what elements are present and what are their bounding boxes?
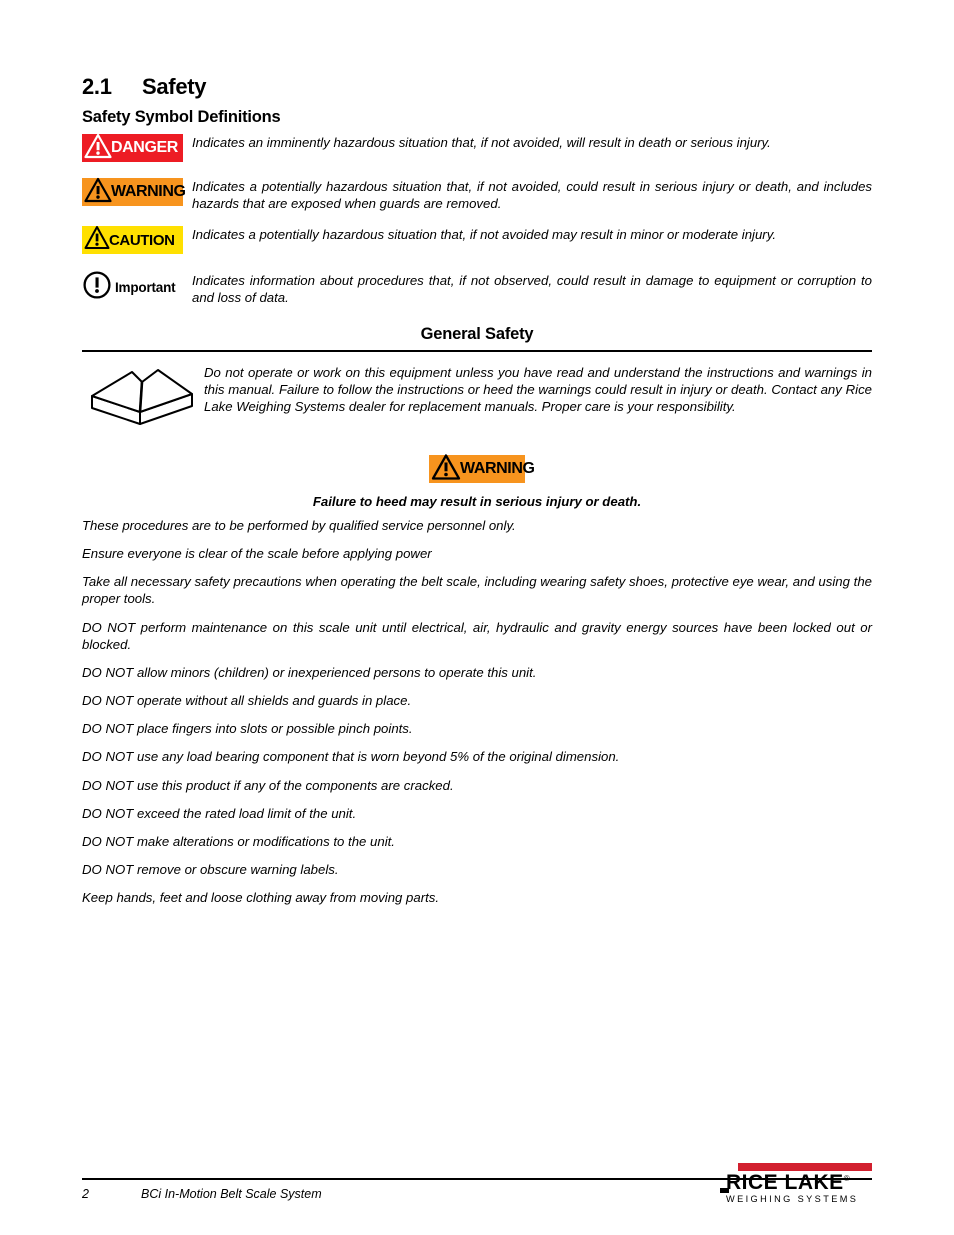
section-number: 2.1 [82, 74, 112, 99]
center-warning-badge: WARNING [0, 453, 954, 486]
list-item: DO NOT remove or obscure warning labels. [82, 862, 339, 878]
logo-wordmark: RICE LAKE® [720, 1172, 872, 1193]
rice-lake-logo: RICE LAKE® WEIGHING SYSTEMS [720, 1163, 872, 1204]
general-safety-intro: Do not operate or work on this equipment… [204, 365, 872, 415]
list-item: DO NOT make alterations or modifications… [82, 833, 395, 849]
list-item: DO NOT exceed the rated load limit of th… [82, 805, 357, 821]
general-safety-title: General Safety [420, 325, 534, 343]
caution-description: Indicates a potentially hazardous situat… [192, 227, 776, 242]
warning-label: WARNING [111, 183, 186, 200]
warning-triangle-icon [84, 225, 110, 255]
danger-description: Indicates an imminently hazardous situat… [192, 135, 771, 150]
important-description: Indicates information about procedures t… [192, 273, 872, 306]
warning-badge: WARNING [82, 177, 186, 208]
center-warning-label: WARNING [460, 460, 535, 477]
list-item: Take all necessary safety precautions wh… [82, 574, 872, 607]
list-item: DO NOT place fingers into slots or possi… [82, 721, 413, 737]
registered-trademark-icon: ® [843, 1174, 851, 1183]
danger-badge: DANGER [82, 133, 183, 164]
warning-triangle-icon [84, 133, 112, 164]
important-badge: Important [82, 270, 183, 305]
center-warning-caption: Failure to heed may result in serious in… [312, 494, 642, 509]
caution-badge: CAUTION [82, 226, 183, 254]
safety-rules-list: These procedures are to be performed by … [82, 517, 872, 917]
list-item: Ensure everyone is clear of the scale be… [82, 546, 432, 562]
subsection-title: Safety Symbol Definitions [82, 108, 281, 126]
section-title: Safety [142, 74, 207, 99]
list-item: DO NOT use any load bearing component th… [82, 749, 620, 765]
document-page: 2.1 Safety Safety Symbol Definitions DANG… [0, 0, 954, 1235]
warning-triangle-icon [431, 453, 461, 486]
page-number: 2 [82, 1187, 89, 1201]
footer-document-title: BCi In-Motion Belt Scale System [141, 1187, 322, 1201]
list-item: DO NOT allow minors (children) or inexpe… [82, 664, 537, 680]
open-book-icon [86, 362, 198, 428]
logo-red-bar [738, 1163, 872, 1171]
logo-tagline: WEIGHING SYSTEMS [726, 1194, 859, 1204]
danger-label: DANGER [111, 139, 178, 156]
list-item: DO NOT operate without all shields and g… [82, 693, 412, 709]
list-item: Keep hands, feet and loose clothing away… [82, 890, 440, 906]
logo-dash-icon [720, 1188, 729, 1193]
warning-description: Indicates a potentially hazardous situat… [192, 179, 872, 212]
list-item: DO NOT perform maintenance on this scale… [82, 619, 872, 652]
list-item: These procedures are to be performed by … [82, 518, 516, 533]
list-item: DO NOT use this product if any of the co… [82, 777, 454, 793]
caution-label: CAUTION [109, 231, 175, 249]
exclamation-circle-icon [82, 270, 112, 305]
page-title: 2.1 Safety [82, 74, 207, 100]
warning-triangle-icon [84, 177, 112, 208]
horizontal-divider [82, 350, 872, 352]
important-label: Important [115, 279, 176, 295]
